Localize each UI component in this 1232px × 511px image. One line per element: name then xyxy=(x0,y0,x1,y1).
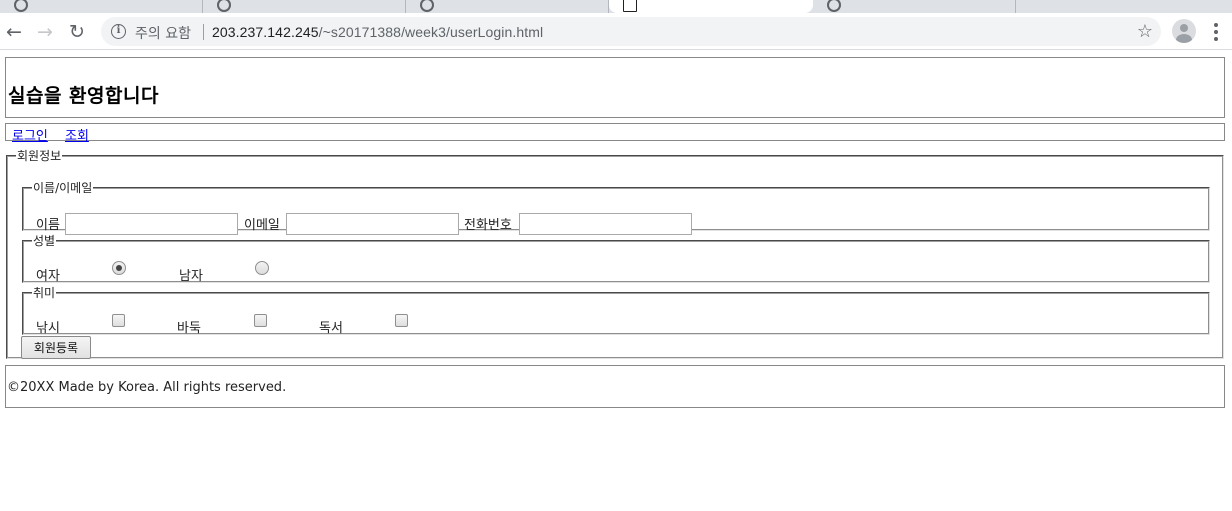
document-icon xyxy=(623,0,637,12)
nav-link-search[interactable]: 조회 xyxy=(65,125,89,144)
gender-option-female-label: 여자 xyxy=(36,269,60,284)
page-title: 실습을 환영합니다 xyxy=(8,85,159,107)
gender-female-radio[interactable] xyxy=(112,261,126,275)
hobby-baduk-checkbox[interactable] xyxy=(254,314,267,327)
email-label: 이메일 xyxy=(244,218,280,233)
gender-legend: 성별 xyxy=(33,234,56,248)
kebab-menu-icon[interactable] xyxy=(1206,19,1226,45)
globe-icon xyxy=(217,0,231,12)
page-footer: ©20XX Made by Korea. All rights reserved… xyxy=(5,365,1225,408)
hobby-fishing-label: 낚시 xyxy=(36,321,60,336)
bookmark-star-icon[interactable]: ☆ xyxy=(1137,21,1153,42)
hobby-reading-label: 독서 xyxy=(319,321,343,336)
phone-input[interactable] xyxy=(519,213,692,235)
globe-icon xyxy=(827,0,841,12)
page-header: 실습을 환영합니다 xyxy=(5,57,1225,118)
nav-bar: 로그인 조회 xyxy=(5,123,1225,144)
copyright-text: ©20XX Made by Korea. All rights reserved… xyxy=(7,380,287,395)
hobby-fishing-checkbox[interactable] xyxy=(112,314,125,327)
security-status[interactable]: 주의 요함 xyxy=(135,23,191,43)
name-label: 이름 xyxy=(36,218,60,233)
hobby-fieldset: 취미 낚시 바둑 독서 xyxy=(22,286,1210,336)
omnibox-divider xyxy=(203,24,204,40)
tab-strip xyxy=(0,0,1232,13)
forward-button[interactable]: → xyxy=(32,19,58,45)
github-icon xyxy=(14,0,28,12)
url-host: 203.237.142.245 xyxy=(212,24,319,40)
name-input[interactable] xyxy=(65,213,238,235)
member-info-fieldset: 회원정보 이름/이메일 이름 이메일 전화번호 성별 여자 남자 취미 낚시 바… xyxy=(6,150,1224,359)
member-info-legend: 회원정보 xyxy=(17,149,62,163)
gender-option-male-label: 남자 xyxy=(179,269,203,284)
globe-icon xyxy=(420,0,434,12)
nav-link-login[interactable]: 로그인 xyxy=(12,125,48,144)
url-text[interactable]: 203.237.142.245/~s20171388/week3/userLog… xyxy=(212,24,543,40)
reload-icon: ↻ xyxy=(69,20,85,43)
phone-label: 전화번호 xyxy=(464,218,512,233)
browser-tab[interactable] xyxy=(406,0,609,13)
url-path: /~s20171388/week3/userLogin.html xyxy=(318,24,544,40)
page-content: 실습을 환영합니다 로그인 조회 회원정보 이름/이메일 이름 이메일 전화번호… xyxy=(0,51,1232,511)
browser-tab[interactable] xyxy=(1016,0,1232,13)
gender-fieldset: 성별 여자 남자 xyxy=(22,234,1210,284)
name-email-legend: 이름/이메일 xyxy=(33,181,93,195)
browser-tab[interactable] xyxy=(203,0,406,13)
gender-male-radio[interactable] xyxy=(255,261,269,275)
browser-tab[interactable] xyxy=(0,0,203,13)
browser-tab[interactable] xyxy=(813,0,1016,13)
browser-tab-active[interactable] xyxy=(609,0,813,13)
address-bar[interactable]: i 주의 요함 203.237.142.245/~s20171388/week3… xyxy=(101,17,1161,46)
info-icon[interactable]: i xyxy=(111,24,126,39)
back-button[interactable]: ← xyxy=(1,19,27,45)
reload-button[interactable]: ↻ xyxy=(64,19,90,45)
hobby-reading-checkbox[interactable] xyxy=(395,314,408,327)
browser-toolbar: ← → ↻ i 주의 요함 203.237.142.245/~s20171388… xyxy=(0,13,1232,50)
register-member-button[interactable]: 회원등록 xyxy=(21,336,91,359)
name-email-fieldset: 이름/이메일 이름 이메일 전화번호 xyxy=(22,181,1210,235)
hobby-baduk-label: 바둑 xyxy=(177,321,201,336)
email-input[interactable] xyxy=(286,213,459,235)
arrow-left-icon: ← xyxy=(6,20,22,43)
arrow-right-icon: → xyxy=(37,20,53,43)
profile-avatar-icon[interactable] xyxy=(1172,19,1196,43)
hobby-legend: 취미 xyxy=(33,286,56,300)
